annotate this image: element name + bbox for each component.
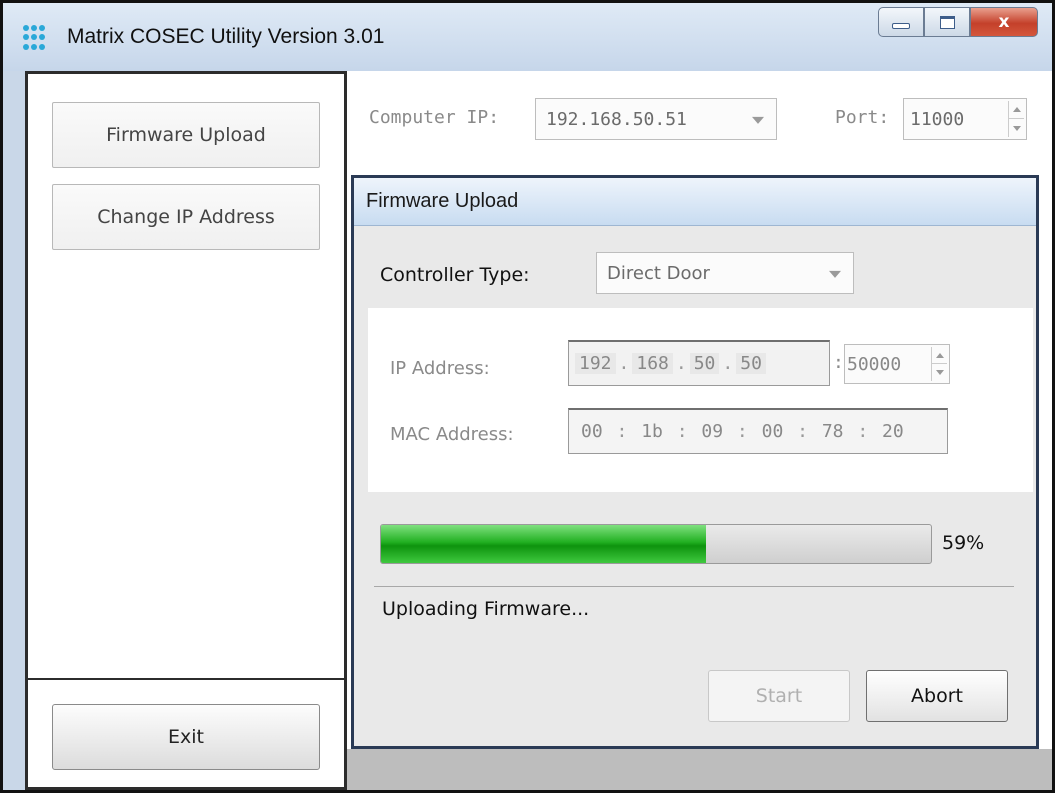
ip-port-stepper[interactable]: 50000 — [844, 344, 950, 384]
controller-type-label: Controller Type: — [380, 264, 530, 286]
controller-type-dropdown[interactable]: Direct Door — [596, 252, 854, 294]
ip-octet[interactable]: 168 — [632, 353, 673, 374]
mac-address-field[interactable]: 00 : 1b : 09 : 00 : 78 : 20 — [568, 408, 948, 454]
ip-octet[interactable]: 50 — [689, 353, 720, 374]
computer-ip-value: 192.168.50.51 — [546, 108, 687, 130]
ip-address-label: IP Address: — [390, 358, 490, 379]
close-button[interactable]: x — [970, 7, 1038, 37]
device-address-box: IP Address: 192. 168. 50. 50 : 50000 MAC… — [368, 308, 1033, 492]
controller-type-value: Direct Door — [607, 262, 710, 284]
minimize-button[interactable] — [878, 7, 924, 37]
ip-octet[interactable]: 50 — [736, 353, 766, 374]
spin-down-icon[interactable] — [1009, 119, 1024, 137]
client-area: Firmware Upload Change IP Address Exit C… — [25, 71, 1052, 790]
spin-down-icon[interactable] — [932, 364, 947, 381]
port-label: Port: — [835, 107, 890, 128]
ip-port-separator: : — [833, 352, 844, 373]
chevron-down-icon — [752, 116, 764, 124]
maximize-icon — [939, 15, 955, 29]
start-button[interactable]: Start — [708, 670, 850, 722]
connection-bar: Computer IP: 192.168.50.51 Port: 11000 — [347, 71, 1052, 169]
chevron-down-icon — [829, 270, 841, 278]
mac-part: 1b — [641, 421, 663, 442]
window-title: Matrix COSEC Utility Version 3.01 — [67, 25, 385, 48]
main-area: Computer IP: 192.168.50.51 Port: 11000 F… — [347, 71, 1052, 790]
computer-ip-dropdown[interactable]: 192.168.50.51 — [535, 98, 777, 140]
exit-button[interactable]: Exit — [52, 704, 320, 770]
spin-up-icon[interactable] — [1009, 101, 1024, 119]
ip-port-value: 50000 — [847, 353, 902, 375]
progress-fill — [381, 525, 706, 563]
abort-button[interactable]: Abort — [866, 670, 1008, 722]
mac-address-label: MAC Address: — [390, 424, 514, 445]
spin-up-icon[interactable] — [932, 347, 947, 364]
status-text: Uploading Firmware... — [382, 598, 590, 620]
minimize-icon — [892, 23, 910, 29]
sidebar-item-firmware-upload[interactable]: Firmware Upload — [52, 102, 320, 168]
panel-title: Firmware Upload — [354, 178, 1036, 226]
ip-address-field[interactable]: 192. 168. 50. 50 — [568, 340, 830, 386]
mac-part: 00 — [581, 421, 603, 442]
divider — [374, 586, 1014, 587]
ip-octet[interactable]: 192 — [575, 353, 616, 374]
mac-part: 20 — [882, 421, 904, 442]
computer-ip-label: Computer IP: — [369, 107, 500, 128]
progress-percent-label: 59% — [942, 532, 985, 554]
title-bar: Matrix COSEC Utility Version 3.01 x — [3, 3, 1052, 71]
sidebar: Firmware Upload Change IP Address Exit — [25, 71, 347, 790]
ip-port-spinner[interactable] — [931, 347, 947, 381]
status-strip — [347, 749, 1052, 790]
port-spinner[interactable] — [1008, 101, 1024, 137]
app-window: Matrix COSEC Utility Version 3.01 x Firm… — [0, 0, 1055, 793]
firmware-upload-panel: Firmware Upload Controller Type: Direct … — [351, 175, 1039, 749]
sidebar-item-change-ip-address[interactable]: Change IP Address — [52, 184, 320, 250]
maximize-button[interactable] — [924, 7, 970, 37]
port-value: 11000 — [910, 108, 965, 130]
close-icon: x — [998, 12, 1010, 32]
app-logo-icon — [23, 25, 49, 51]
mac-part: 00 — [761, 421, 784, 442]
mac-part: 09 — [701, 421, 724, 442]
sidebar-divider — [28, 678, 344, 680]
window-controls: x — [878, 7, 1038, 37]
port-stepper[interactable]: 11000 — [903, 98, 1027, 140]
mac-part: 78 — [821, 421, 844, 442]
upload-progress-bar — [380, 524, 932, 564]
